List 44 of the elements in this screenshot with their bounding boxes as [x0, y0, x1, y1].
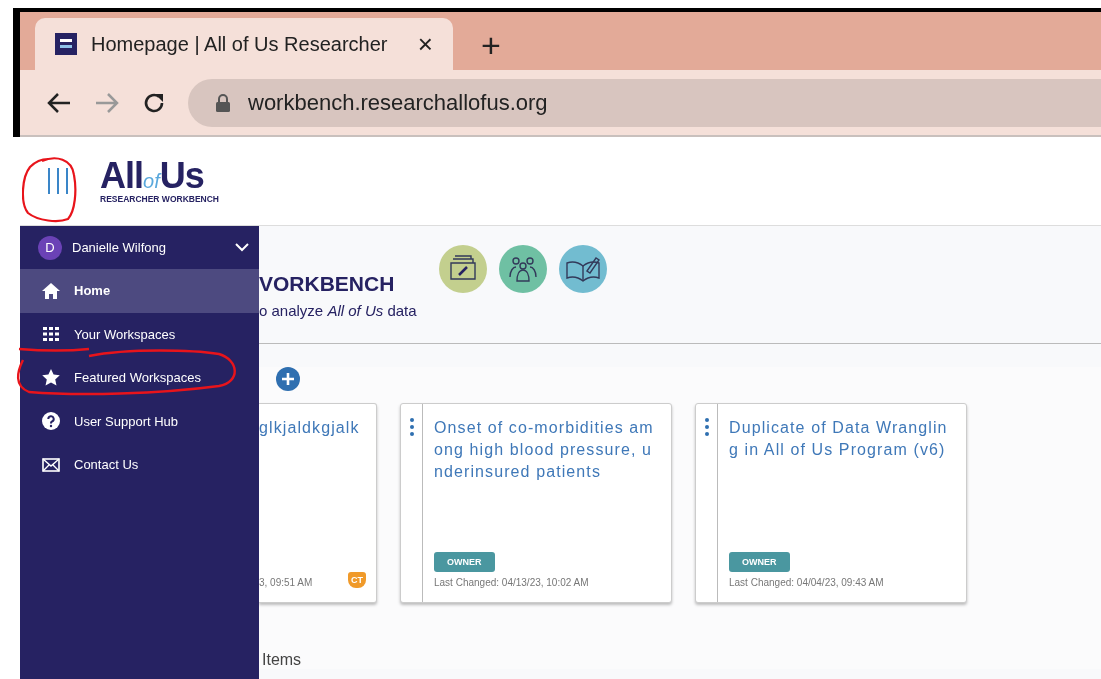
- site-favicon-icon: [55, 33, 77, 55]
- grid-icon: [42, 327, 60, 342]
- back-icon[interactable]: [46, 91, 72, 114]
- more-options-icon[interactable]: [704, 418, 709, 436]
- workspace-title[interactable]: Duplicate of Data Wrangling in All of Us Program (v6): [729, 417, 956, 461]
- nav-item[interactable]: Contact Us: [20, 443, 259, 487]
- workspace-title[interactable]: Onset of co-morbidities among high blood pressure, underinsured patients: [434, 417, 661, 483]
- last-changed-text: 3, 09:51 AM: [259, 577, 313, 588]
- last-changed-text: Last Changed: 04/13/23, 10:02 AM: [434, 577, 589, 588]
- last-changed-text: Last Changed: 04/04/23, 09:43 AM: [729, 577, 884, 588]
- close-tab-button[interactable]: ×: [417, 28, 433, 60]
- menu-icon[interactable]: [46, 166, 70, 196]
- add-workspace-button[interactable]: [276, 367, 300, 391]
- chevron-down-icon: [235, 243, 249, 252]
- role-badge: OWNER: [729, 552, 790, 572]
- help-icon: [42, 412, 60, 431]
- new-tab-button[interactable]: +: [481, 28, 501, 62]
- workspace-card[interactable]: glkjaldkgjalk 3, 09:51 AM CT: [259, 403, 377, 603]
- page-title: VORKBENCH: [259, 272, 396, 296]
- lock-icon: [216, 93, 230, 112]
- people-icon: [498, 245, 547, 293]
- workspace-title[interactable]: glkjaldkgjalk: [259, 417, 366, 439]
- tier-badge: CT: [348, 572, 366, 588]
- workspace-card[interactable]: Duplicate of Data Wrangling in All of Us Program (v6) OWNER Last Changed: 04/04/23, 09:43 AM: [695, 403, 967, 603]
- star-icon: [42, 369, 60, 387]
- role-badge: OWNER: [434, 552, 495, 572]
- mail-icon: [42, 457, 60, 472]
- avatar: D: [38, 235, 62, 260]
- open-book-icon: [558, 245, 607, 293]
- nav-item[interactable]: Your Workspaces: [20, 312, 259, 356]
- toolbox-icon: [438, 245, 487, 293]
- page-subtitle: o analyze All of Us data: [259, 302, 417, 319]
- more-options-icon[interactable]: [409, 418, 414, 436]
- workspace-card[interactable]: Onset of co-morbidities among high blood pressure, underinsured patients OWNER Last Changed: 04/13/23, 10:02 AM: [400, 403, 672, 603]
- nav-item[interactable]: Home: [20, 269, 259, 313]
- user-menu[interactable]: D Danielle Wilfong: [20, 226, 259, 269]
- tab-title: Homepage | All of Us Researcher: [91, 32, 389, 56]
- logo: AllofUs RESEARCHER WORKBENCH: [100, 158, 219, 204]
- home-icon: [42, 282, 60, 299]
- nav-item[interactable]: Featured Workspaces: [20, 356, 259, 400]
- browser-tab[interactable]: Homepage | All of Us Researcher ×: [35, 18, 453, 70]
- section-heading: Items: [262, 651, 303, 669]
- nav-item[interactable]: User Support Hub: [20, 399, 259, 443]
- address-bar[interactable]: workbench.researchallofus.org: [188, 78, 1101, 127]
